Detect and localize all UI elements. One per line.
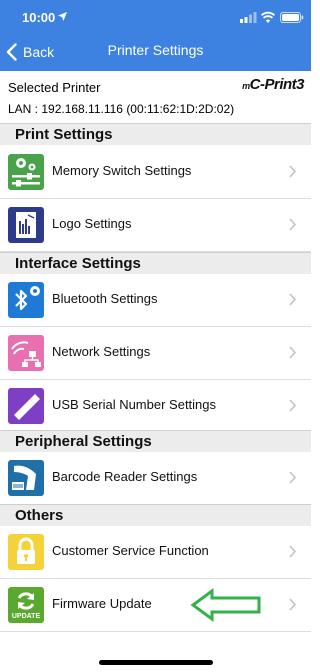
row-bluetooth-settings[interactable]: Bluetooth Settings — [0, 274, 311, 327]
chevron-right-icon — [289, 471, 296, 484]
logo-settings-icon — [8, 207, 44, 243]
row-network-settings[interactable]: Network Settings — [0, 327, 311, 380]
chevron-right-icon — [289, 399, 296, 412]
chevron-right-icon — [289, 218, 296, 231]
brand-prefix: m — [242, 81, 250, 91]
chevron-right-icon — [289, 293, 296, 306]
network-icon — [8, 335, 44, 371]
chevron-right-icon — [289, 545, 296, 558]
battery-icon — [280, 12, 304, 23]
row-memory-switch-settings[interactable]: Memory Switch Settings — [0, 146, 311, 199]
page-title: Printer Settings — [107, 42, 204, 58]
row-label: Customer Service Function — [52, 543, 209, 558]
signal-icon — [240, 12, 257, 23]
row-label: Bluetooth Settings — [52, 291, 158, 306]
selected-printer-label: Selected Printer — [8, 80, 101, 95]
row-logo-settings[interactable]: Logo Settings — [0, 199, 311, 252]
lan-address: LAN : 192.168.11.116 (00:11:62:1D:2D:02) — [8, 102, 235, 116]
refresh-icon — [17, 592, 35, 610]
row-label: Logo Settings — [52, 216, 132, 231]
barcode-reader-icon — [8, 460, 44, 496]
row-label: Memory Switch Settings — [52, 163, 192, 178]
location-arrow-icon — [58, 12, 67, 21]
status-time: 10:00 — [22, 10, 56, 25]
row-firmware-update[interactable]: UPDATE Firmware Update — [0, 579, 311, 632]
section-header-peripheral-settings: Peripheral Settings — [0, 430, 311, 452]
chevron-right-icon — [289, 598, 296, 611]
brand-name: C-Print3 — [249, 76, 305, 93]
firmware-update-icon: UPDATE — [8, 587, 44, 623]
chevron-right-icon — [289, 346, 296, 359]
usb-stick-icon — [8, 388, 44, 424]
row-label: Network Settings — [52, 344, 151, 359]
update-badge-label: UPDATE — [11, 613, 41, 620]
row-barcode-reader-settings[interactable]: Barcode Reader Settings — [0, 452, 311, 505]
section-header-print-settings: Print Settings — [0, 123, 311, 145]
annotation-arrow-icon — [190, 588, 261, 622]
section-title: Interface Settings — [15, 255, 141, 272]
section-title: Peripheral Settings — [15, 433, 152, 450]
section-title: Print Settings — [15, 126, 113, 143]
brand-logo: mC-Print3 — [242, 76, 304, 93]
bluetooth-icon — [8, 282, 44, 318]
selected-printer-panel: Selected Printer mC-Print3 LAN : 192.168… — [0, 71, 311, 123]
chevron-right-icon — [289, 165, 296, 178]
row-customer-service-function[interactable]: Customer Service Function — [0, 526, 311, 579]
row-label: USB Serial Number Settings — [52, 397, 217, 412]
wifi-icon — [261, 11, 275, 23]
row-label: Barcode Reader Settings — [52, 469, 198, 484]
memory-switch-icon — [8, 154, 44, 190]
section-header-interface-settings: Interface Settings — [0, 252, 311, 274]
row-usb-serial-number-settings[interactable]: USB Serial Number Settings — [0, 380, 311, 433]
header: 10:00 Back Printer Settings — [0, 0, 311, 71]
padlock-icon — [8, 534, 44, 570]
section-header-others: Others — [0, 504, 311, 526]
section-title: Others — [15, 507, 64, 524]
navigation-bar: Back Printer Settings — [0, 34, 311, 71]
home-indicator[interactable] — [99, 660, 213, 665]
status-bar: 10:00 — [0, 0, 311, 34]
row-label: Firmware Update — [52, 596, 152, 611]
